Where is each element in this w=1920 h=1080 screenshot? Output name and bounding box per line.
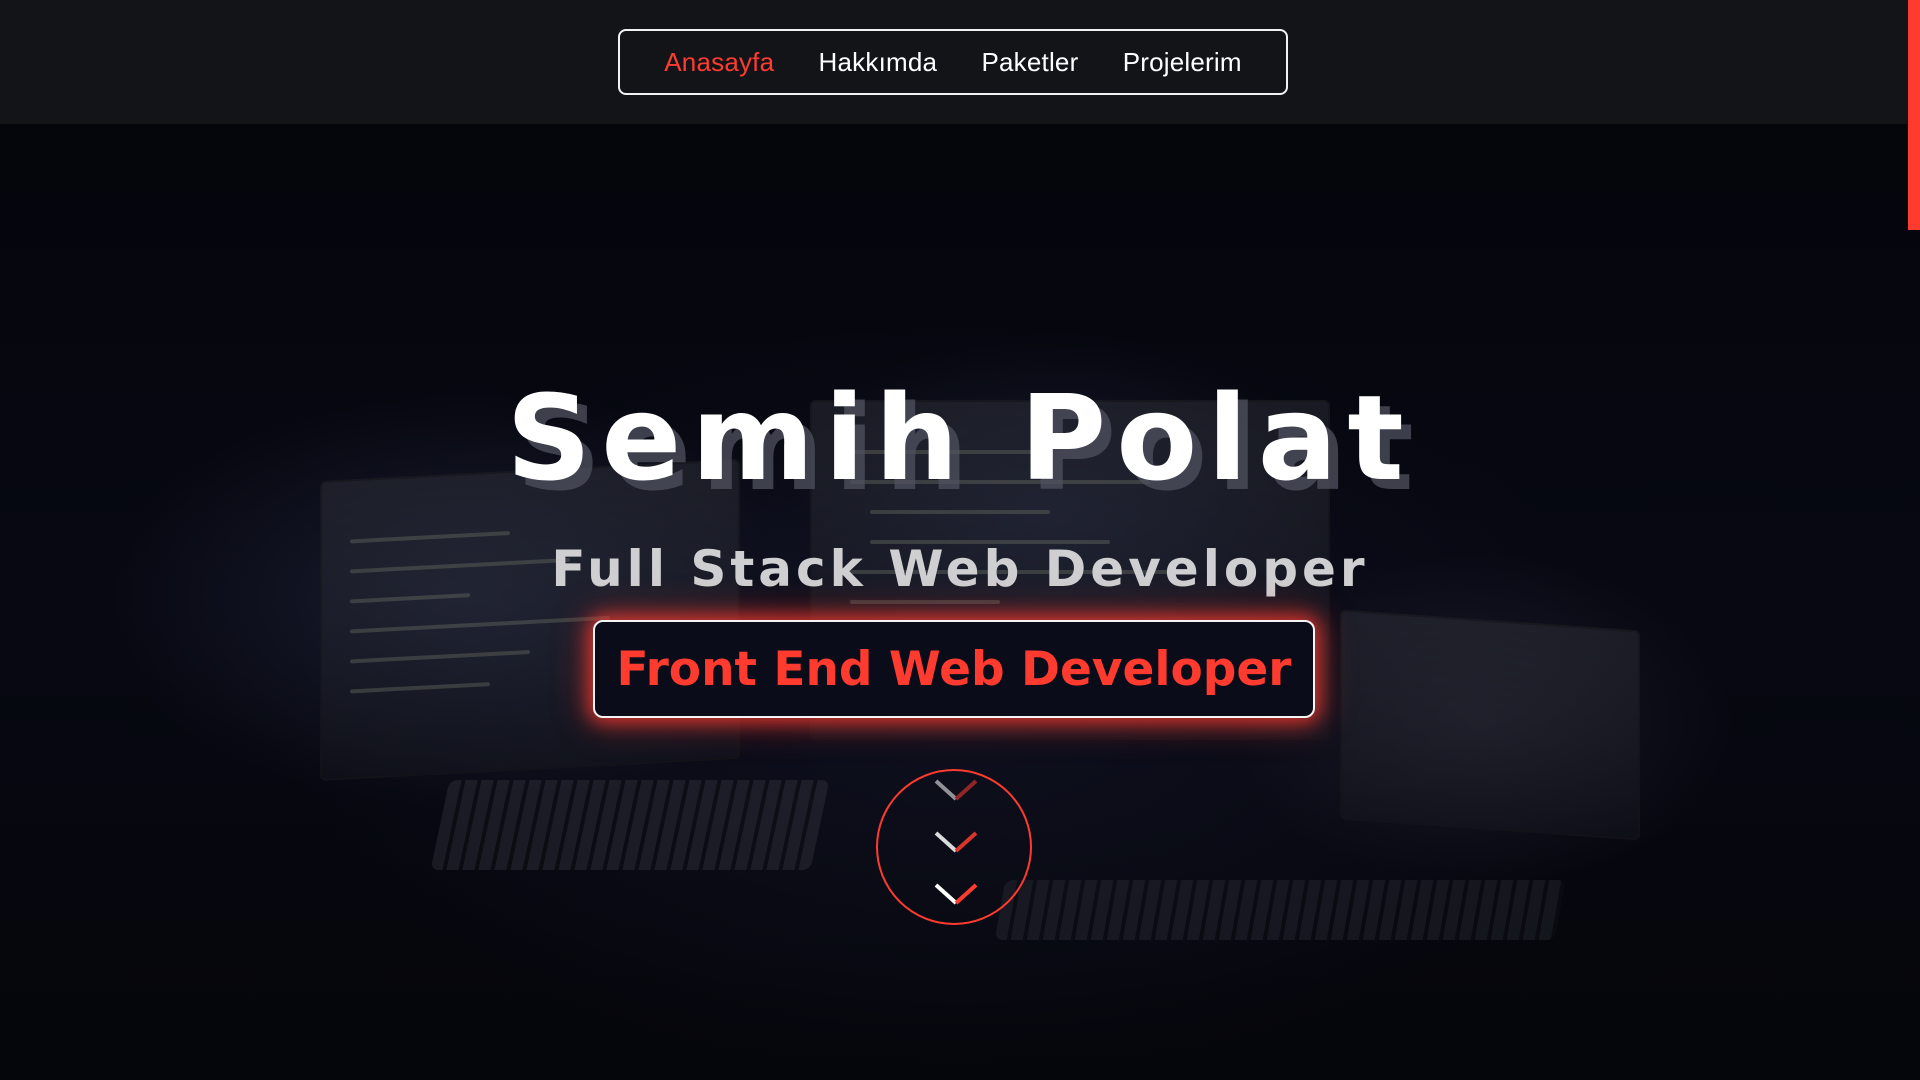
nav-menu: Anasayfa Hakkımda Paketler Projelerim	[618, 29, 1288, 95]
nav-link-hakkimda[interactable]: Hakkımda	[819, 47, 938, 78]
background-device-right	[1340, 609, 1640, 841]
nav-link-paketler[interactable]: Paketler	[981, 47, 1078, 78]
navbar: Anasayfa Hakkımda Paketler Projelerim	[0, 0, 1920, 124]
hero-role: Full Stack Web Developer	[551, 539, 1369, 598]
hero-name: Semih Polat	[506, 369, 1414, 508]
typing-text-box: Front End Web Developer	[593, 620, 1315, 718]
scrollbar-thumb[interactable]	[1908, 0, 1920, 230]
background-keyboard-right	[994, 880, 1566, 940]
nav-link-anasayfa[interactable]: Anasayfa	[664, 47, 774, 78]
chevron-down-icon	[934, 779, 978, 801]
chevron-down-icon	[934, 831, 978, 853]
background-keyboard-left	[430, 780, 830, 870]
nav-link-projelerim[interactable]: Projelerim	[1123, 47, 1242, 78]
typing-text: Front End Web Developer	[616, 641, 1292, 697]
scroll-down-button[interactable]	[876, 769, 1032, 925]
chevron-down-icon	[934, 883, 978, 905]
page: Anasayfa Hakkımda Paketler Projelerim Se…	[0, 0, 1920, 1080]
